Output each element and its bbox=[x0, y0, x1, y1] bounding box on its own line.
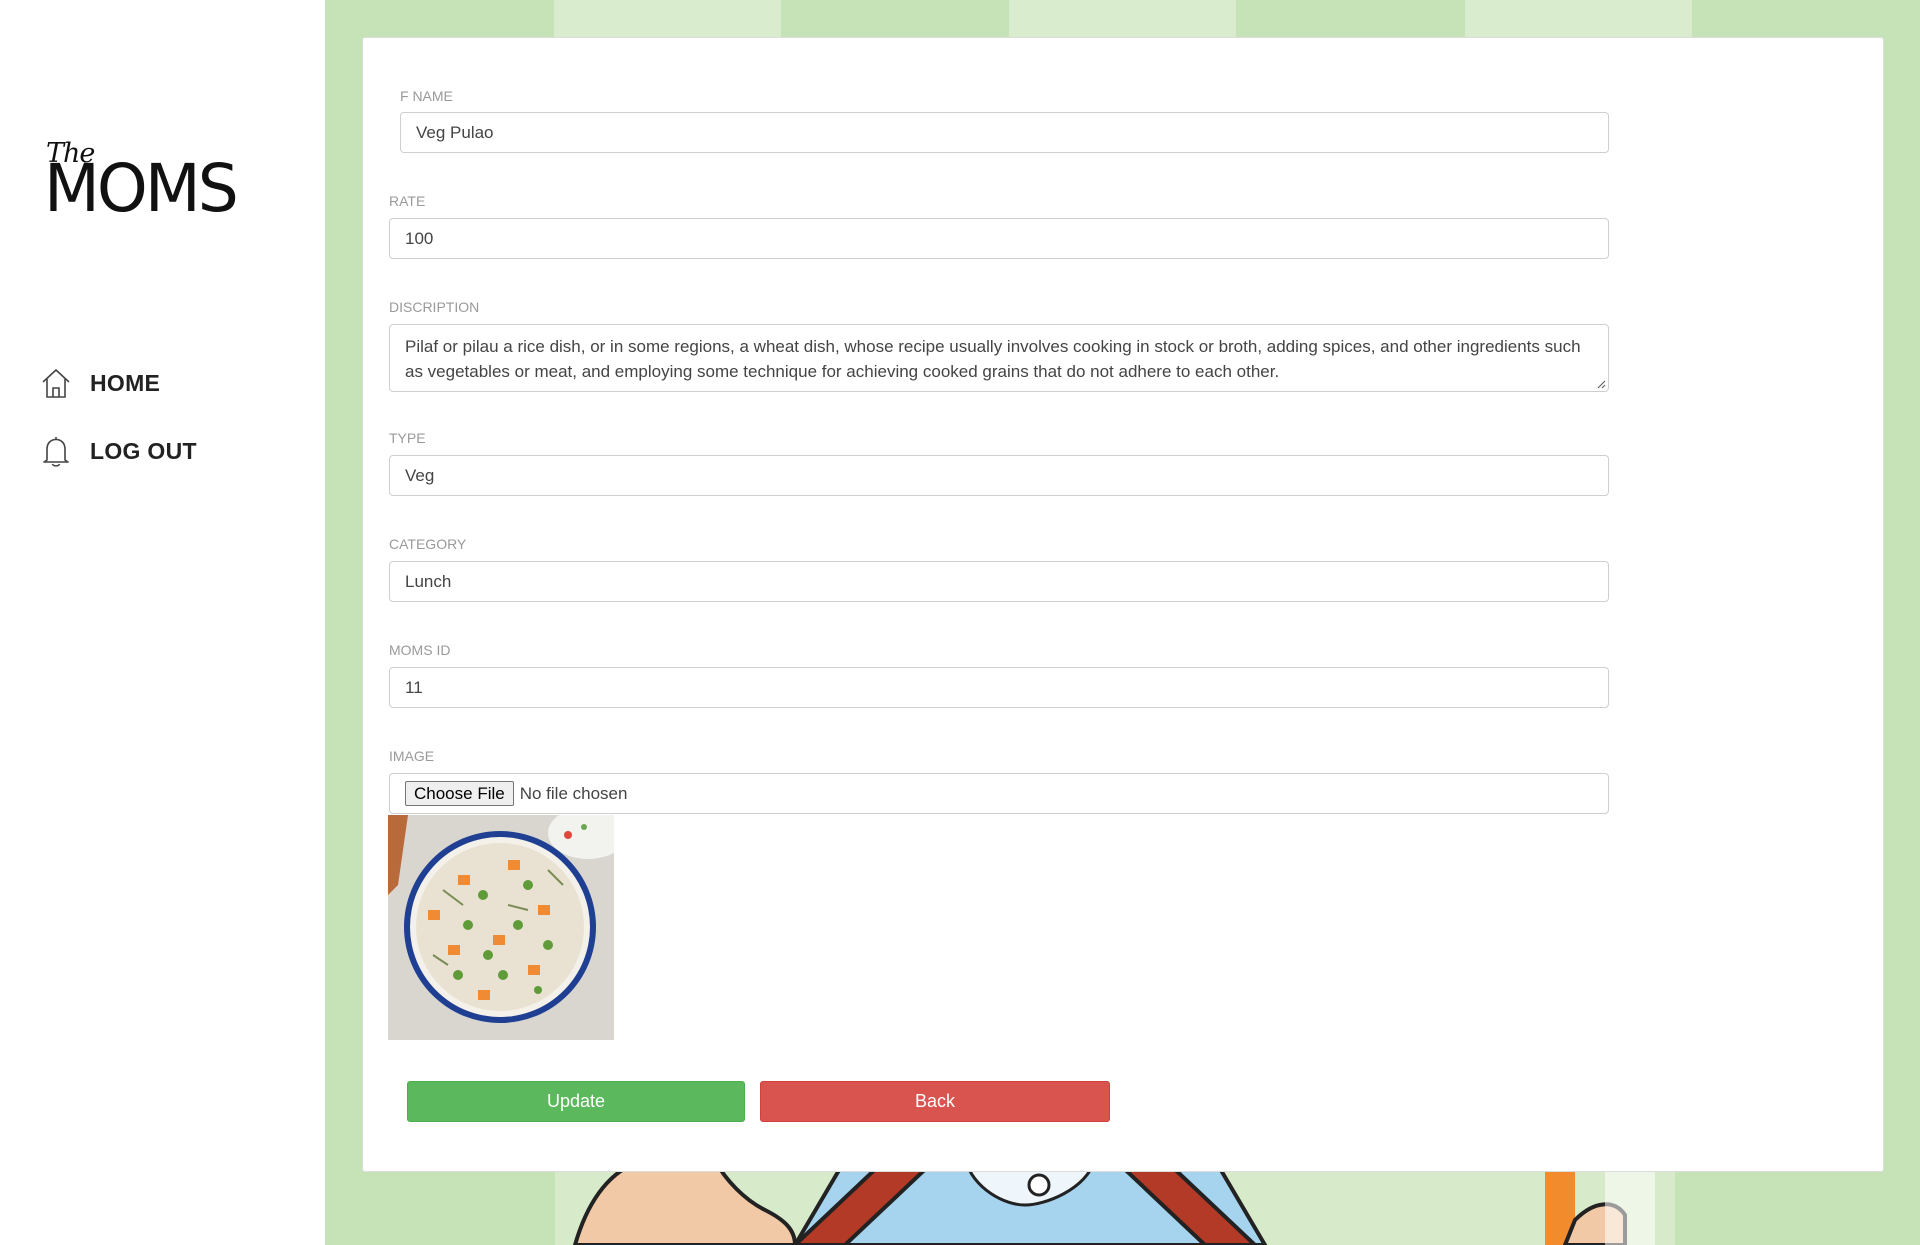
bg-stripe bbox=[554, 0, 781, 40]
bell-icon bbox=[43, 437, 69, 467]
bg-stripe bbox=[1465, 0, 1692, 40]
description-label: DISCRIPTION bbox=[389, 299, 480, 315]
image-label: IMAGE bbox=[389, 748, 435, 764]
type-label: TYPE bbox=[389, 430, 426, 446]
moms-id-label: MOMS ID bbox=[389, 642, 451, 658]
update-button[interactable]: Update bbox=[407, 1081, 745, 1122]
sidebar: The MOMS HOME LOG OUT bbox=[0, 0, 325, 1245]
image-file-input[interactable]: Choose File No file chosen bbox=[389, 773, 1609, 814]
fname-label: F NAME bbox=[400, 88, 453, 104]
rate-label: RATE bbox=[389, 193, 426, 209]
chef-illustration bbox=[555, 1160, 1675, 1245]
fname-input[interactable]: Veg Pulao bbox=[400, 112, 1609, 153]
rate-input[interactable]: 100 bbox=[389, 218, 1609, 259]
bg-stripe bbox=[1009, 0, 1236, 40]
file-status-text: No file chosen bbox=[519, 783, 628, 803]
nav-item-logout[interactable]: LOG OUT bbox=[40, 433, 197, 469]
moms-id-input[interactable]: 11 bbox=[389, 667, 1609, 708]
nav-label-logout: LOG OUT bbox=[90, 437, 197, 464]
nav-item-home[interactable]: HOME bbox=[40, 365, 197, 401]
nav-label-home: HOME bbox=[90, 369, 161, 396]
food-image-preview bbox=[388, 815, 614, 1040]
resize-grip-icon[interactable] bbox=[1596, 379, 1606, 389]
type-input[interactable]: Veg bbox=[389, 455, 1609, 496]
description-text: Pilaf or pilau a rice dish, or in some r… bbox=[405, 337, 1581, 381]
description-textarea[interactable]: Pilaf or pilau a rice dish, or in some r… bbox=[389, 324, 1609, 392]
brand-logo: The MOMS bbox=[44, 138, 254, 228]
category-label: CATEGORY bbox=[389, 536, 467, 552]
category-input[interactable]: Lunch bbox=[389, 561, 1609, 602]
sidebar-nav: HOME LOG OUT bbox=[40, 365, 197, 501]
home-icon bbox=[42, 369, 70, 398]
back-button[interactable]: Back bbox=[760, 1081, 1110, 1122]
logo-text: MOMS bbox=[44, 150, 239, 227]
veg-pulao-photo bbox=[388, 815, 614, 1040]
choose-file-button[interactable]: Choose File bbox=[405, 781, 514, 806]
